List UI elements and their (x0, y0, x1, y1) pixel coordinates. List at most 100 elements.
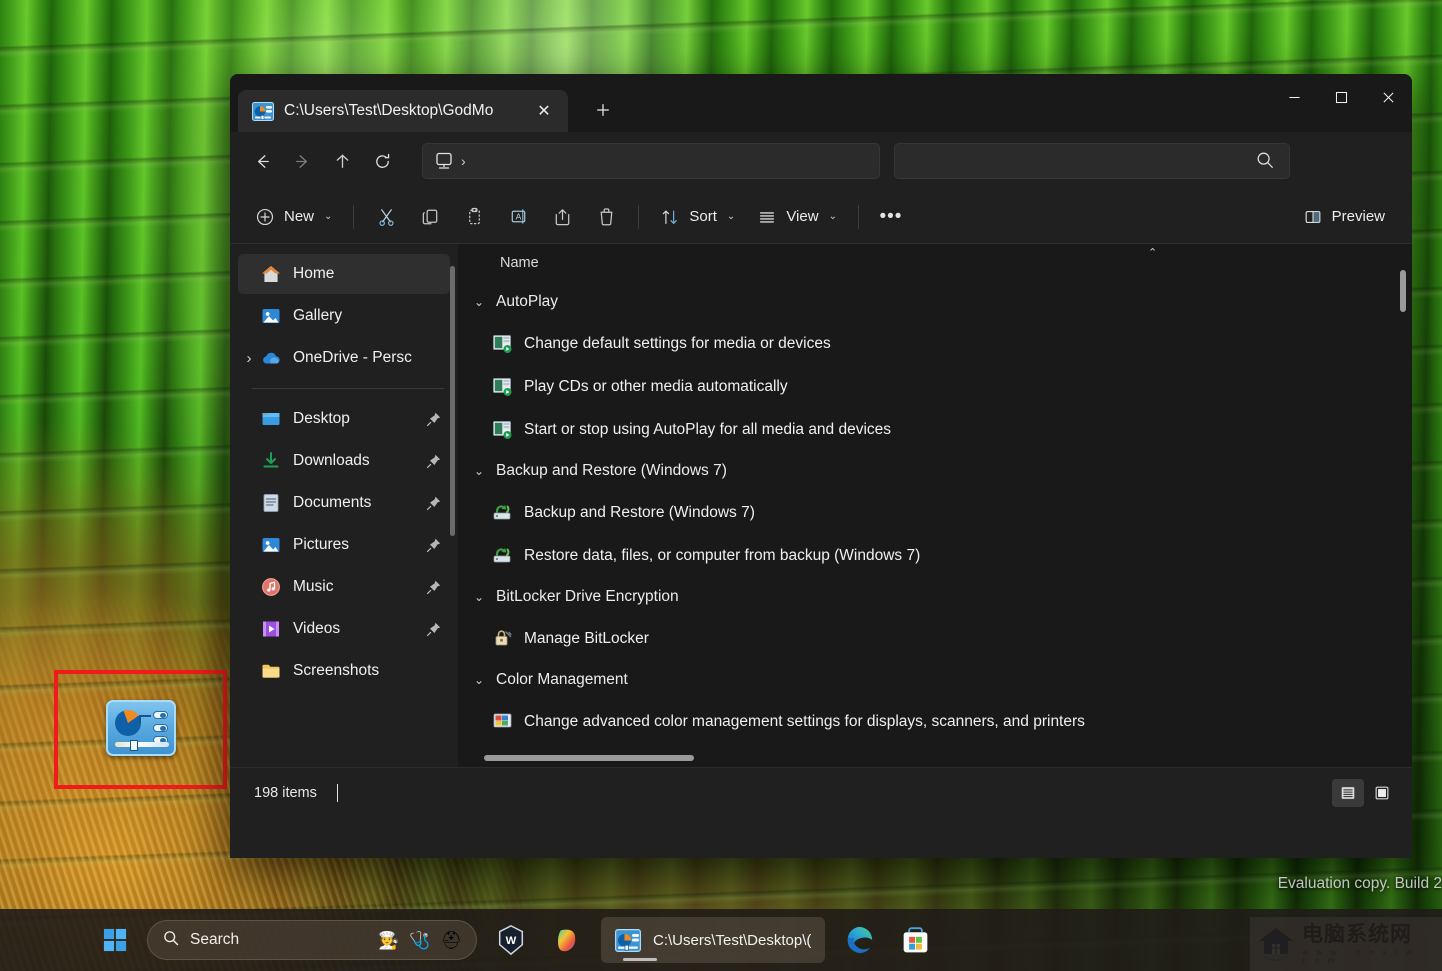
tab-strip: C:\Users\Test\Desktop\GodMo ✕ (230, 74, 620, 132)
downloads-icon (260, 450, 282, 472)
window-controls (1271, 74, 1412, 120)
preview-pane-button[interactable]: Preview (1292, 198, 1396, 236)
minimize-button[interactable] (1271, 74, 1318, 120)
sidebar-item-pictures[interactable]: Pictures (238, 525, 450, 565)
edge-browser-icon[interactable] (837, 918, 881, 962)
new-tab-button[interactable] (586, 93, 620, 127)
chevron-down-icon[interactable]: ⌄ (472, 464, 486, 478)
breadcrumb[interactable]: › (422, 143, 880, 179)
group-header-backup-restore[interactable]: ⌄ Backup and Restore (Windows 7) (472, 451, 1412, 491)
explorer-tab[interactable]: C:\Users\Test\Desktop\GodMo ✕ (238, 90, 568, 132)
new-button-label: New (284, 208, 315, 225)
pin-icon[interactable] (426, 579, 442, 595)
rename-button[interactable]: A (496, 198, 540, 236)
chevron-right-icon[interactable]: › (461, 153, 466, 169)
taskbar-item-file-explorer[interactable]: C:\Users\Test\Desktop\( (601, 917, 826, 963)
backup-icon (492, 545, 513, 566)
pin-icon[interactable] (426, 495, 442, 511)
documents-icon (260, 492, 282, 514)
item-count-label: 198 items (254, 784, 317, 801)
horizontal-scrollbar[interactable] (484, 755, 694, 761)
chevron-down-icon[interactable]: ⌄ (472, 590, 486, 604)
bitlocker-key-icon (492, 628, 513, 649)
more-options-button[interactable]: ••• (869, 198, 913, 236)
chevron-down-icon[interactable]: ⌄ (472, 295, 486, 309)
close-window-button[interactable] (1365, 74, 1412, 120)
group-header-autoplay[interactable]: ⌄ AutoPlay (472, 282, 1412, 322)
refresh-button[interactable] (362, 143, 402, 179)
sidebar-item-label: Videos (293, 620, 341, 637)
search-icon[interactable] (1255, 150, 1277, 172)
sort-button[interactable]: Sort ⌄ (649, 198, 746, 236)
maximize-button[interactable] (1318, 74, 1365, 120)
group-header-color-management[interactable]: ⌄ Color Management (472, 660, 1412, 700)
list-item[interactable]: Restore data, files, or computer from ba… (472, 534, 1412, 577)
large-icons-view-button[interactable] (1366, 779, 1398, 807)
sidebar-item-home[interactable]: Home (238, 254, 450, 294)
list-item[interactable]: Start or stop using AutoPlay for all med… (472, 408, 1412, 451)
slider-thumb-glyph (130, 740, 138, 751)
wiki-w-icon[interactable]: W (489, 918, 533, 962)
copy-button[interactable] (408, 198, 452, 236)
folder-icon (260, 660, 282, 682)
vertical-scrollbar[interactable] (1400, 270, 1406, 312)
list-item[interactable]: Backup and Restore (Windows 7) (472, 491, 1412, 534)
view-button[interactable]: View ⌄ (746, 198, 848, 236)
godmode-control-panel-icon[interactable] (106, 700, 176, 756)
share-button[interactable] (540, 198, 584, 236)
pin-icon[interactable] (426, 411, 442, 427)
copilot-icon[interactable] (545, 918, 589, 962)
column-header-row: Name ⌃ (458, 244, 1412, 282)
details-view-button[interactable] (1332, 778, 1364, 807)
sidebar-item-label: OneDrive - Persc (293, 349, 412, 366)
list-item[interactable]: Change advanced color management setting… (472, 700, 1412, 743)
microsoft-store-icon[interactable] (893, 918, 937, 962)
search-input[interactable] (907, 153, 1255, 169)
taskbar: Search 🧑‍🍳 🩺 ⛑ W (0, 909, 1442, 971)
hard-hat-icon: ⛑ (440, 930, 462, 950)
forward-button[interactable] (282, 143, 322, 179)
column-header-name[interactable]: Name (500, 255, 539, 271)
sidebar-item-screenshots[interactable]: Screenshots (238, 651, 450, 691)
sidebar-scrollbar[interactable] (450, 266, 455, 536)
group-label: Backup and Restore (Windows 7) (496, 462, 727, 479)
sidebar-item-documents[interactable]: Documents (238, 483, 450, 523)
back-button[interactable] (242, 143, 282, 179)
group-label: Color Management (496, 671, 628, 688)
sidebar-item-label: Pictures (293, 536, 349, 553)
sidebar-item-desktop[interactable]: Desktop (238, 399, 450, 439)
delete-button[interactable] (584, 198, 628, 236)
sidebar-item-onedrive[interactable]: › OneDrive - Persc (238, 338, 450, 378)
sidebar-item-downloads[interactable]: Downloads (238, 441, 450, 481)
pin-icon[interactable] (426, 621, 442, 637)
preview-button-label: Preview (1331, 208, 1385, 225)
sidebar-item-label: Gallery (293, 307, 343, 324)
sidebar-item-videos[interactable]: Videos (238, 609, 450, 649)
sidebar-item-gallery[interactable]: Gallery (238, 296, 450, 336)
windows-start-icon[interactable] (95, 920, 135, 960)
sidebar-item-music[interactable]: Music (238, 567, 450, 607)
list-item[interactable]: Play CDs or other media automatically (472, 365, 1412, 408)
pin-icon[interactable] (426, 537, 442, 553)
cut-button[interactable] (364, 198, 408, 236)
file-explorer-window: C:\Users\Test\Desktop\GodMo ✕ › New ⌄ A … (230, 74, 1412, 858)
up-button[interactable] (322, 143, 362, 179)
active-app-indicator (623, 958, 657, 961)
close-tab-button[interactable]: ✕ (530, 97, 558, 125)
taskbar-item-label: C:\Users\Test\Desktop\( (653, 931, 812, 949)
chevron-right-icon[interactable]: › (238, 350, 260, 367)
list-item[interactable]: Change default settings for media or dev… (472, 322, 1412, 365)
list-item-label: Change advanced color management setting… (524, 712, 1085, 730)
tab-title: C:\Users\Test\Desktop\GodMo (284, 102, 494, 119)
group-header-bitlocker[interactable]: ⌄ BitLocker Drive Encryption (472, 577, 1412, 617)
group-label: AutoPlay (496, 293, 559, 310)
chevron-down-icon[interactable]: ⌄ (472, 673, 486, 687)
taskbar-search-box[interactable]: Search 🧑‍🍳 🩺 ⛑ (147, 920, 477, 960)
pin-icon[interactable] (426, 453, 442, 469)
paste-button[interactable] (452, 198, 496, 236)
new-button[interactable]: New ⌄ (244, 198, 343, 236)
list-item[interactable]: Manage BitLocker (472, 617, 1412, 660)
sidebar-item-label: Music (293, 578, 334, 595)
list-item-label: Change default settings for media or dev… (524, 334, 831, 352)
search-box[interactable] (894, 143, 1290, 179)
